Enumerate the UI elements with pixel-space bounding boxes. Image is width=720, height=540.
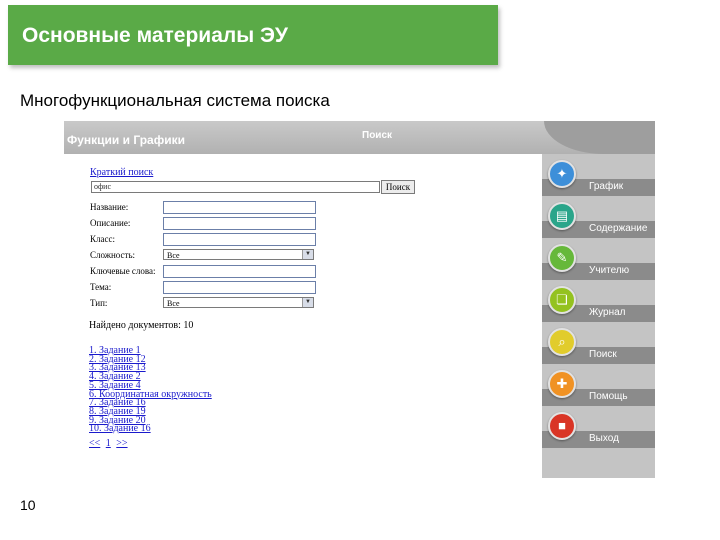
quick-search-input[interactable]: офис: [91, 181, 380, 193]
slide-title: Основные материалы ЭУ: [22, 24, 288, 47]
sidebar-item-label: Помощь: [589, 391, 628, 402]
description-field[interactable]: [163, 217, 316, 230]
sidebar-item-label: График: [589, 181, 624, 192]
help-icon: ✚: [548, 370, 576, 398]
difficulty-select[interactable]: Все ▼: [163, 249, 314, 260]
slide-subtitle: Многофункциональная система поиска: [20, 91, 330, 110]
page-number: 10: [20, 497, 36, 513]
sidebar-item-label: Журнал: [589, 307, 626, 318]
sidebar-item-label: Содержание: [589, 223, 648, 234]
chevron-down-icon[interactable]: ▼: [302, 298, 313, 307]
results-count: Найдено документов: 10: [89, 320, 194, 331]
type-select[interactable]: Все ▼: [163, 297, 314, 308]
sidebar-item-label: Поиск: [589, 349, 617, 360]
field-label-description: Описание:: [90, 218, 131, 228]
class-field[interactable]: [163, 233, 316, 246]
app-title: Функции и Графики: [67, 133, 185, 147]
slide-title-bar: Основные материалы ЭУ: [8, 5, 498, 65]
result-link[interactable]: 10. Задание 16: [89, 424, 212, 434]
sidebar-item-exit[interactable]: ■ Выход: [542, 409, 655, 451]
field-label-class: Класс:: [90, 234, 115, 244]
sidebar-item-journal[interactable]: ❏ Журнал: [542, 283, 655, 325]
sidebar-item-help[interactable]: ✚ Помощь: [542, 367, 655, 409]
sidebar-item-label: Учителю: [589, 265, 630, 276]
quick-search-link[interactable]: Краткий поиск: [90, 167, 153, 178]
app-header: Функции и Графики Поиск: [64, 121, 655, 154]
results-list: 1. Задание 1 2. Задание 12 3. Задание 13…: [89, 346, 212, 434]
sidebar-item-contents[interactable]: ▤ Содержание: [542, 199, 655, 241]
pagination: << 1 >>: [89, 438, 131, 449]
chevron-down-icon[interactable]: ▼: [302, 250, 313, 259]
difficulty-select-value: Все: [167, 251, 180, 260]
type-select-value: Все: [167, 299, 180, 308]
sidebar-item-search[interactable]: ⌕ Поиск: [542, 325, 655, 367]
exit-icon: ■: [548, 412, 576, 440]
contents-icon: ▤: [548, 202, 576, 230]
name-field[interactable]: [163, 201, 316, 214]
quick-search-button[interactable]: Поиск: [381, 180, 415, 194]
header-search-label: Поиск: [362, 130, 393, 141]
sidebar-item-graph[interactable]: ✦ График: [542, 157, 655, 199]
field-label-topic: Тема:: [90, 282, 112, 292]
sidebar-item-label: Выход: [589, 433, 619, 444]
keywords-field[interactable]: [163, 265, 316, 278]
field-label-name: Название:: [90, 202, 129, 212]
search-icon: ⌕: [548, 328, 576, 356]
pager-next[interactable]: >>: [116, 438, 127, 449]
app-screenshot: Функции и Графики Поиск Краткий поиск оф…: [64, 121, 655, 478]
sidebar: ✦ График ▤ Содержание ✎ Учителю ❏ Журнал…: [542, 154, 655, 478]
pager-prev[interactable]: <<: [89, 438, 100, 449]
header-curve: [544, 121, 655, 154]
field-label-type: Тип:: [90, 298, 108, 308]
journal-icon: ❏: [548, 286, 576, 314]
field-label-keywords: Ключевые слова:: [90, 266, 156, 276]
sidebar-item-teacher[interactable]: ✎ Учителю: [542, 241, 655, 283]
topic-field[interactable]: [163, 281, 316, 294]
pager-page[interactable]: 1: [106, 438, 111, 449]
teacher-icon: ✎: [548, 244, 576, 272]
field-label-difficulty: Сложность:: [90, 250, 136, 260]
graph-icon: ✦: [548, 160, 576, 188]
